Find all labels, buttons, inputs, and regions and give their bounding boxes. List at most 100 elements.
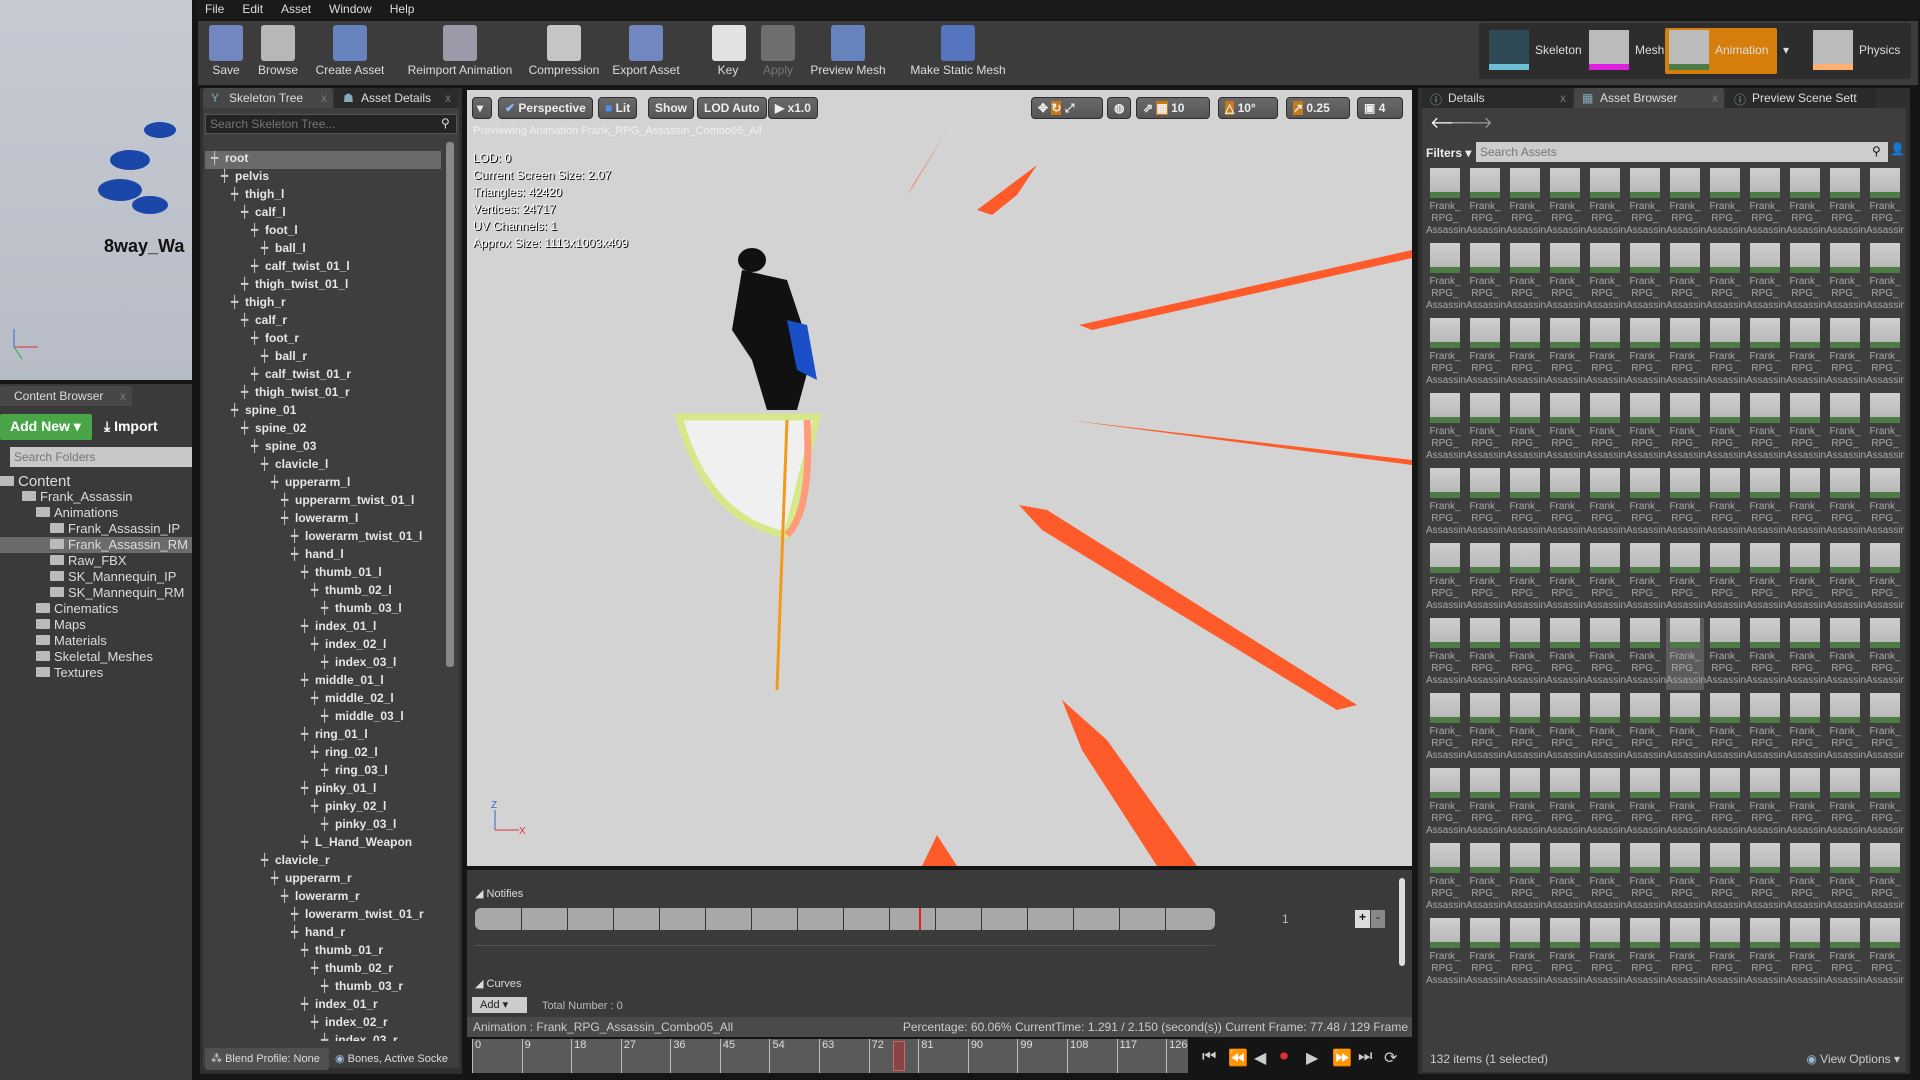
bone-row[interactable]: ┿ hand_r [205, 925, 441, 943]
asset-tile[interactable]: Frank_ RPG_ Assassin [1506, 318, 1546, 390]
asset-tile[interactable]: Frank_ RPG_ Assassin [1426, 243, 1466, 315]
asset-tile[interactable]: Frank_ RPG_ Assassin [1426, 693, 1466, 765]
viewport[interactable]: Previewing Animation Frank_RPG_Assassin_… [467, 90, 1412, 866]
bone-row[interactable]: ┿ calf_twist_01_l [205, 259, 441, 277]
asset-tile[interactable]: Frank_ RPG_ Assassin [1426, 168, 1466, 240]
asset-tile[interactable]: Frank_ RPG_ Assassin [1426, 393, 1466, 465]
bone-row[interactable]: ┿ calf_twist_01_r [205, 367, 441, 385]
asset-tile[interactable]: Frank_ RPG_ Assassin [1466, 543, 1506, 615]
folder-item[interactable]: Animations [0, 505, 192, 521]
skip-to-start-icon[interactable]: ⏮ [1202, 1048, 1216, 1066]
asset-tile[interactable]: Frank_ RPG_ Assassin [1426, 918, 1466, 990]
bone-row[interactable]: ┿ spine_03 [205, 439, 441, 457]
asset-tile[interactable]: Frank_ RPG_ Assassin [1506, 618, 1546, 690]
bone-row[interactable]: ┿ thumb_03_l [205, 601, 441, 619]
tab-preview-scene-settings[interactable]: ⓘ Preview Scene Sett [1726, 88, 1876, 108]
asset-tile[interactable]: Frank_ RPG_ Assassin [1546, 618, 1586, 690]
asset-tile[interactable]: Frank_ RPG_ Assassin [1706, 243, 1746, 315]
asset-tile[interactable]: Frank_ RPG_ Assassin [1546, 843, 1586, 915]
asset-tile[interactable]: Frank_ RPG_ Assassin [1546, 243, 1586, 315]
add-track-button[interactable]: + [1355, 910, 1370, 928]
asset-tile[interactable]: Frank_ RPG_ Assassin [1586, 318, 1626, 390]
preview-mesh-button[interactable]: Preview Mesh [810, 23, 886, 83]
mode-mesh[interactable]: Mesh [1585, 28, 1664, 74]
folder-item[interactable]: Textures [0, 665, 192, 681]
bone-row[interactable]: ┿ foot_r [205, 331, 441, 349]
asset-tile[interactable]: Frank_ RPG_ Assassin [1626, 843, 1666, 915]
reimport-animation-button[interactable]: Reimport Animation [404, 23, 516, 83]
asset-tile[interactable]: Frank_ RPG_ Assassin [1586, 693, 1626, 765]
bone-row[interactable]: ┿ ring_01_l [205, 727, 441, 745]
asset-tile[interactable]: Frank_ RPG_ Assassin [1826, 618, 1866, 690]
asset-tile[interactable]: Frank_ RPG_ Assassin [1466, 243, 1506, 315]
asset-tile[interactable]: Frank_ RPG_ Assassin [1586, 543, 1626, 615]
asset-tile[interactable]: Frank_ RPG_ Assassin [1786, 393, 1826, 465]
play-icon[interactable]: ▶ [1306, 1048, 1318, 1068]
bone-row[interactable]: ┿ lowerarm_r [205, 889, 441, 907]
create-asset-button[interactable]: Create Asset [312, 23, 388, 83]
bone-row[interactable]: ┿ thumb_01_l [205, 565, 441, 583]
timeline-playhead[interactable] [892, 1041, 905, 1071]
asset-tile[interactable]: Frank_ RPG_ Assassin [1666, 918, 1706, 990]
asset-tile[interactable]: Frank_ RPG_ Assassin [1786, 168, 1826, 240]
vertical-scrollbar[interactable] [1399, 878, 1405, 966]
asset-tile[interactable]: Frank_ RPG_ Assassin [1626, 243, 1666, 315]
asset-tile[interactable]: Frank_ RPG_ Assassin [1586, 243, 1626, 315]
tab-content-browser[interactable]: Content Browser x [0, 386, 132, 406]
save-button[interactable]: Save [208, 23, 244, 83]
asset-tile[interactable]: Frank_ RPG_ Assassin [1586, 393, 1626, 465]
close-icon[interactable]: x [445, 91, 451, 105]
bone-row[interactable]: ┿ thigh_l [205, 187, 441, 205]
asset-tile[interactable]: Frank_ RPG_ Assassin [1826, 243, 1866, 315]
asset-tile[interactable]: Frank_ RPG_ Assassin [1506, 468, 1546, 540]
key-button[interactable]: Key [712, 23, 746, 83]
asset-tile[interactable]: Frank_ RPG_ Assassin [1546, 168, 1586, 240]
import-button[interactable]: ⤓ Import [104, 418, 158, 435]
remove-track-button[interactable]: - [1371, 910, 1385, 928]
asset-tile[interactable]: Frank_ RPG_ Assassin [1426, 768, 1466, 840]
asset-tile[interactable]: Frank_ RPG_ Assassin [1586, 618, 1626, 690]
step-back-icon[interactable]: ⏪ [1228, 1048, 1248, 1068]
asset-tile[interactable]: Frank_ RPG_ Assassin [1466, 918, 1506, 990]
show-button[interactable]: Show [648, 97, 694, 119]
step-forward-icon[interactable]: ⏩ [1332, 1048, 1352, 1068]
tab-skeleton-tree[interactable]: Y Skeleton Tree x [203, 88, 333, 108]
view-options-button[interactable]: ◉ View Options ▾ [1806, 1052, 1900, 1066]
record-icon[interactable]: ⏺ [1280, 1048, 1288, 1066]
asset-tile[interactable]: Frank_ RPG_ Assassin [1786, 468, 1826, 540]
chevron-down-icon[interactable]: ▾ [1783, 43, 1789, 57]
asset-tile[interactable]: Frank_ RPG_ Assassin [1506, 393, 1546, 465]
asset-tile[interactable]: Frank_ RPG_ Assassin [1666, 243, 1706, 315]
folder-item[interactable]: Skeletal_Meshes [0, 649, 192, 665]
bone-row[interactable]: ┿ pelvis [205, 169, 441, 187]
filters-button[interactable]: Filters ▾ [1426, 146, 1471, 160]
asset-tile[interactable]: Frank_ RPG_ Assassin [1506, 918, 1546, 990]
asset-tile[interactable]: Frank_ RPG_ Assassin [1506, 768, 1546, 840]
bone-row[interactable]: ┿ upperarm_l [205, 475, 441, 493]
perspective-button[interactable]: ✔ Perspective [498, 97, 593, 119]
bone-row[interactable]: ┿ thumb_03_r [205, 979, 441, 997]
playback-speed-button[interactable]: ▶ x1.0 [768, 97, 818, 119]
asset-tile[interactable]: Frank_ RPG_ Assassin [1666, 843, 1706, 915]
folder-item[interactable]: Frank_Assassin_IP [0, 521, 192, 537]
asset-tile[interactable]: Frank_ RPG_ Assassin [1586, 168, 1626, 240]
folder-item[interactable]: Frank_Assassin [0, 489, 192, 505]
folder-item[interactable]: Cinematics [0, 601, 192, 617]
bone-row[interactable]: ┿ spine_02 [205, 421, 441, 439]
bone-row[interactable]: ┿ thumb_01_r [205, 943, 441, 961]
notify-track[interactable] [475, 908, 1215, 930]
asset-tile[interactable]: Frank_ RPG_ Assassin [1426, 543, 1466, 615]
bone-row[interactable]: ┿ thigh_twist_01_r [205, 385, 441, 403]
bone-row[interactable]: ┿ ring_02_l [205, 745, 441, 763]
bone-row[interactable]: ┿ ring_03_l [205, 763, 441, 781]
curves-header[interactable]: ◢ Curves [475, 977, 521, 990]
asset-tile[interactable]: Frank_ RPG_ Assassin [1866, 693, 1904, 765]
search-skeleton-input[interactable] [205, 114, 457, 134]
asset-tile[interactable]: Frank_ RPG_ Assassin [1746, 543, 1786, 615]
asset-tile[interactable]: Frank_ RPG_ Assassin [1866, 468, 1904, 540]
bone-row[interactable]: ┿ pinky_03_l [205, 817, 441, 835]
loop-icon[interactable]: ⟳ [1384, 1048, 1397, 1068]
browse-button[interactable]: Browse [256, 23, 300, 83]
asset-tile[interactable]: Frank_ RPG_ Assassin [1746, 918, 1786, 990]
bone-row[interactable]: ┿ hand_l [205, 547, 441, 565]
